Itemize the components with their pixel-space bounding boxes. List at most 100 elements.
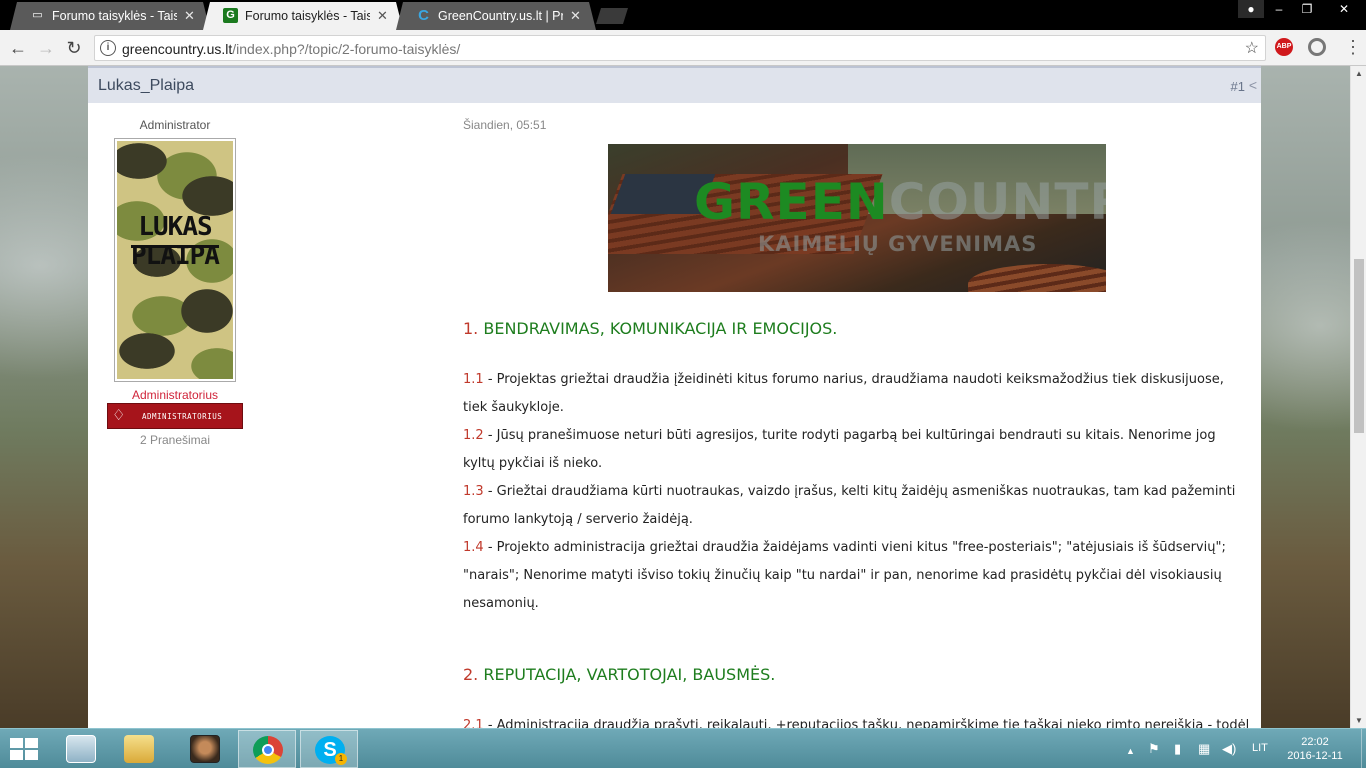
url-text[interactable]: greencountry.us.lt/index.php?/topic/2-fo… bbox=[122, 41, 460, 57]
banner-subtitle: KAIMELIŲ GYVENIMAS bbox=[758, 232, 1038, 256]
minimize-button[interactable]: – bbox=[1264, 0, 1294, 18]
language-indicator[interactable]: LIT bbox=[1252, 742, 1268, 754]
avatar-text: LUKAS PLAIPA bbox=[117, 213, 233, 271]
banner-logo-rest: COUNTRY.LT bbox=[888, 173, 1106, 231]
clock[interactable]: 22:02 2016-12-11 bbox=[1280, 735, 1350, 763]
avatar-divider bbox=[131, 245, 219, 248]
section-title-text: BENDRAVIMAS, KOMUNIKACIJA IR EMOCIJOS. bbox=[483, 319, 838, 338]
rule-number: 1.1 bbox=[463, 372, 484, 387]
page-viewport: Lukas_Plaipa #1 < Administrator LUKAS PLA… bbox=[0, 66, 1350, 728]
file-explorer-icon[interactable] bbox=[52, 730, 110, 768]
browser-toolbar: ← → ↻ i greencountry.us.lt/index.php?/to… bbox=[0, 30, 1366, 66]
post-date[interactable]: Šiandien, 05:51 bbox=[463, 118, 546, 132]
close-window-button[interactable]: ✕ bbox=[1322, 0, 1366, 18]
post-container: Lukas_Plaipa #1 < Administrator LUKAS PLA… bbox=[88, 66, 1261, 728]
back-arrow-icon[interactable]: ← bbox=[6, 36, 30, 60]
skype-notification-badge: 1 bbox=[335, 753, 347, 765]
member-group: Administratorius bbox=[131, 388, 219, 402]
banner-roof-right bbox=[968, 264, 1106, 292]
url-host: greencountry.us.lt bbox=[122, 41, 233, 57]
windows-logo-pane bbox=[25, 738, 38, 748]
menu-dots-icon[interactable]: ⋮ bbox=[1344, 38, 1362, 56]
url-path: /index.php?/topic/2-forumo-taisyklės/ bbox=[232, 41, 461, 57]
new-tab-button[interactable] bbox=[596, 8, 628, 24]
avatar-text-line-1: LUKAS bbox=[138, 212, 212, 242]
rule-2-1: 2.1 - Administracija draudžia prašyti, r… bbox=[463, 712, 1248, 728]
section-number: 2. bbox=[463, 665, 479, 684]
section-number: 1. bbox=[463, 319, 479, 338]
rank-badge: ♢ ADMINISTRATORIUS bbox=[107, 403, 243, 429]
banner-logo: GREENCOUNTRY.LT bbox=[694, 177, 1106, 227]
rule-text: - Projekto administracija griežtai draud… bbox=[463, 540, 1226, 611]
diamond-icon: ♢ bbox=[112, 407, 126, 424]
g-logo-icon: G bbox=[223, 8, 238, 23]
banner-image: GREENCOUNTRY.LT KAIMELIŲ GYVENIMAS bbox=[608, 144, 1106, 292]
clock-date: 2016-12-11 bbox=[1287, 750, 1343, 762]
section-title-2: 2. REPUTACIJA, VARTOTOJAI, BAUSMĖS. bbox=[463, 665, 775, 684]
rule-number: 2.1 bbox=[463, 718, 484, 728]
close-tab-icon[interactable]: ✕ bbox=[184, 8, 195, 23]
avatar[interactable]: LUKAS PLAIPA bbox=[114, 138, 236, 382]
windows-logo-pane bbox=[10, 738, 23, 748]
info-icon[interactable]: i bbox=[100, 40, 116, 56]
close-tab-icon[interactable]: ✕ bbox=[377, 8, 388, 23]
chrome-icon[interactable] bbox=[238, 730, 296, 768]
rule-text: - Griežtai draudžiama kūrti nuotraukas, … bbox=[463, 484, 1236, 527]
chrome-icon-center bbox=[262, 744, 274, 756]
network-icon[interactable]: ▦ bbox=[1198, 741, 1210, 757]
ips-logo-icon: C bbox=[418, 7, 429, 24]
extension-icon[interactable] bbox=[1308, 38, 1326, 56]
post-number-link[interactable]: #1 bbox=[1231, 79, 1245, 94]
skype-icon[interactable]: S1 bbox=[300, 730, 358, 768]
address-bar[interactable]: i greencountry.us.lt/index.php?/topic/2-… bbox=[94, 35, 1266, 61]
tab-title: Forumo taisyklės - Taisyk bbox=[245, 9, 370, 23]
section-title-1: 1. BENDRAVIMAS, KOMUNIKACIJA IR EMOCIJOS… bbox=[463, 319, 837, 338]
power-icon[interactable]: ▮ bbox=[1174, 741, 1181, 757]
volume-icon[interactable]: ◀) bbox=[1222, 741, 1236, 757]
rule-1-2: 1.2 - Jūsų pranešimuose neturi būti agre… bbox=[463, 422, 1248, 478]
rule-text: - Jūsų pranešimuose neturi būti agresijo… bbox=[463, 428, 1216, 471]
adblock-plus-icon[interactable]: ABP bbox=[1275, 38, 1293, 56]
member-title: Administrator bbox=[139, 118, 211, 132]
rule-text: - Projektas griežtai draudžia įžeidinėti… bbox=[463, 372, 1224, 415]
clock-time: 22:02 bbox=[1301, 736, 1329, 748]
tab-forum-rules-2[interactable]: G Forumo taisyklės - Taisyk ✕ bbox=[203, 2, 403, 30]
show-hidden-icons-icon[interactable]: ▲ bbox=[1126, 743, 1135, 759]
scrollbar-thumb[interactable] bbox=[1354, 259, 1364, 433]
bookmark-star-icon[interactable]: ☆ bbox=[1245, 38, 1259, 58]
scroll-up-icon[interactable]: ▲ bbox=[1355, 69, 1363, 78]
rank-badge-label: ADMINISTRATORIUS bbox=[142, 412, 223, 421]
tab-greencountry-home[interactable]: C GreenCountry.us.lt | Prad ✕ bbox=[396, 2, 596, 30]
vertical-scrollbar[interactable]: ▲ ▼ bbox=[1350, 66, 1366, 728]
windows-logo-pane bbox=[25, 750, 38, 760]
post-author-link[interactable]: Lukas_Plaipa bbox=[98, 77, 194, 95]
rule-number: 1.4 bbox=[463, 540, 484, 555]
folder-icon[interactable] bbox=[110, 730, 168, 768]
rule-1-1: 1.1 - Projektas griežtai draudžia įžeidi… bbox=[463, 366, 1248, 422]
forward-arrow-icon[interactable]: → bbox=[34, 36, 58, 60]
system-tray: ▲ ⚑ ▮ ▦ ◀) LIT 22:02 2016-12-11 bbox=[1120, 729, 1366, 768]
start-button[interactable] bbox=[10, 738, 38, 760]
post-count[interactable]: 2 Pranešimai bbox=[88, 433, 262, 447]
tab-strip: ▭ Forumo taisyklės - Taisyk ✕ G Forumo t… bbox=[0, 0, 1366, 30]
scroll-down-icon[interactable]: ▼ bbox=[1355, 716, 1363, 725]
tab-forum-rules-1[interactable]: ▭ Forumo taisyklės - Taisyk ✕ bbox=[10, 2, 210, 30]
reload-icon[interactable]: ↻ bbox=[62, 36, 86, 60]
share-icon[interactable]: < bbox=[1249, 77, 1257, 93]
restore-button[interactable]: ❐ bbox=[1292, 0, 1322, 18]
flag-icon[interactable]: ⚑ bbox=[1148, 741, 1160, 757]
rule-number: 1.3 bbox=[463, 484, 484, 499]
windows-logo-pane bbox=[10, 750, 23, 760]
show-desktop-button[interactable] bbox=[1361, 729, 1366, 768]
windows-taskbar: S1 ▲ ⚑ ▮ ▦ ◀) LIT 22:02 2016-12-11 bbox=[0, 728, 1366, 768]
document-icon: ▭ bbox=[32, 9, 43, 21]
tab-title: Forumo taisyklės - Taisyk bbox=[52, 9, 177, 23]
rule-text: - Administracija draudžia prašyti, reika… bbox=[483, 718, 1248, 728]
close-tab-icon[interactable]: ✕ bbox=[570, 8, 581, 23]
profile-icon[interactable]: ● bbox=[1238, 0, 1264, 18]
tab-title: GreenCountry.us.lt | Prad bbox=[438, 9, 563, 23]
rule-1-3: 1.3 - Griežtai draudžiama kūrti nuotrauk… bbox=[463, 478, 1248, 534]
rule-1-4: 1.4 - Projekto administracija griežtai d… bbox=[463, 534, 1248, 618]
gta-san-andreas-icon[interactable] bbox=[176, 730, 234, 768]
post-header: Lukas_Plaipa #1 < bbox=[88, 66, 1261, 103]
